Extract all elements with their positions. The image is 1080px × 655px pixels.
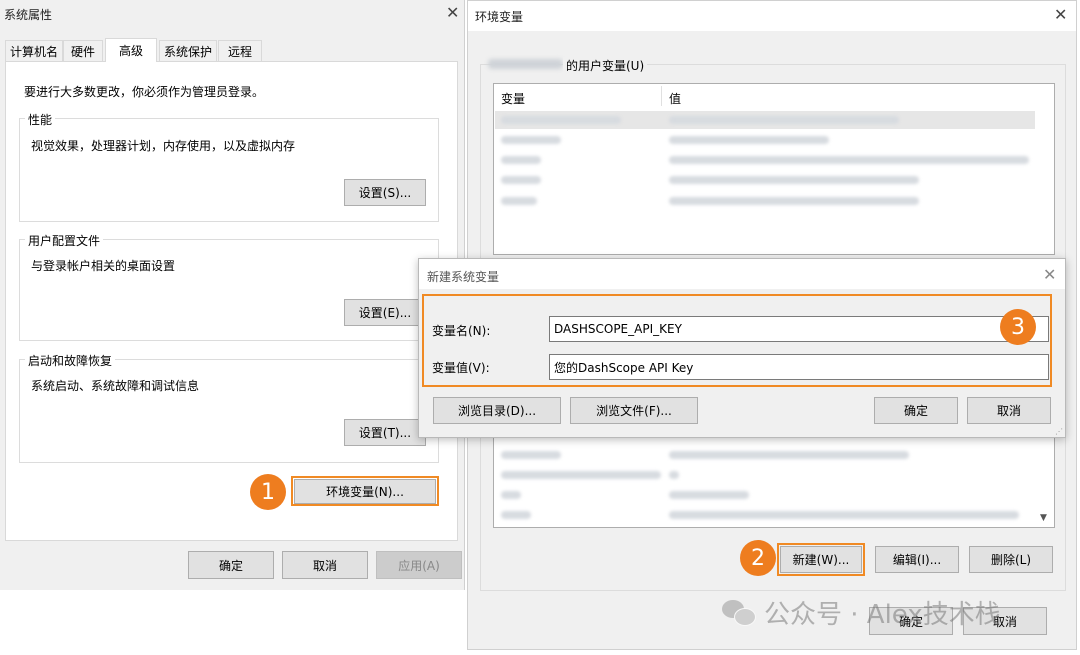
sysprops-cancel-button[interactable]: 取消 (282, 551, 368, 579)
list-item (669, 176, 919, 184)
startup-recovery-label: 启动和故障恢复 (25, 352, 116, 369)
startup-recovery-settings-button[interactable]: 设置(T)... (344, 419, 426, 446)
tab-system-protection[interactable]: 系统保护 (159, 40, 217, 62)
user-profiles-desc: 与登录帐户相关的桌面设置 (31, 259, 176, 273)
delete-variable-button[interactable]: 删除(L) (969, 546, 1053, 573)
highlight-new-button (777, 543, 865, 576)
sysprops-ok-button[interactable]: 确定 (188, 551, 274, 579)
column-value[interactable]: 值 (669, 90, 681, 107)
list-item (501, 491, 521, 499)
list-item (501, 197, 537, 205)
dialog-ok-button[interactable]: 确定 (874, 397, 958, 424)
performance-label: 性能 (25, 111, 56, 128)
performance-group (19, 118, 439, 222)
list-item (669, 451, 909, 459)
delete-variable-label: 删除(L) (990, 553, 1032, 567)
dialog-cancel-label: 取消 (996, 404, 1021, 418)
step-badge-3: 3 (1000, 309, 1036, 345)
tab-computer-name[interactable]: 计算机名 (5, 40, 63, 62)
list-item (501, 451, 561, 459)
user-profiles-settings-button[interactable]: 设置(E)... (344, 299, 426, 326)
edit-variable-button[interactable]: 编辑(I)... (875, 546, 959, 573)
column-divider (661, 86, 662, 106)
list-item (669, 136, 829, 144)
tab-advanced[interactable]: 高级 (105, 38, 157, 62)
tab-remote[interactable]: 远程 (218, 40, 262, 62)
highlight-env-button (291, 476, 439, 506)
browse-file-label: 浏览文件(F)... (596, 404, 672, 418)
highlight-variable-fields (422, 294, 1052, 387)
close-icon[interactable]: ✕ (446, 5, 459, 21)
dialog-close-icon[interactable]: ✕ (1043, 267, 1056, 283)
column-variable[interactable]: 变量 (501, 90, 525, 107)
list-item (501, 116, 621, 124)
performance-settings-label: 设置(S)... (358, 186, 412, 200)
user-profiles-label: 用户配置文件 (25, 232, 104, 249)
list-item (669, 197, 919, 205)
system-variables-list[interactable]: ▼ (493, 426, 1055, 528)
list-item (669, 491, 749, 499)
list-item (669, 156, 1029, 164)
dialog-titlebar (419, 259, 1065, 289)
list-item (501, 471, 661, 479)
sysprops-apply-button[interactable]: 应用(A) (376, 551, 462, 579)
wechat-icon (722, 599, 756, 626)
browse-directory-label: 浏览目录(D)... (457, 404, 537, 418)
dialog-cancel-button[interactable]: 取消 (967, 397, 1051, 424)
user-variables-label: 的用户变量(U) (563, 57, 648, 74)
browse-directory-button[interactable]: 浏览目录(D)... (433, 397, 561, 424)
user-variables-list[interactable]: 变量 值 (493, 83, 1055, 255)
list-item (501, 156, 541, 164)
user-profiles-settings-label: 设置(E)... (358, 306, 412, 320)
watermark-text: 公众号 · Alex技术栈 (764, 600, 1001, 630)
step-badge-2: 2 (740, 540, 776, 576)
dialog-ok-label: 确定 (903, 404, 928, 418)
list-item (669, 116, 899, 124)
startup-recovery-settings-label: 设置(T)... (358, 426, 412, 440)
window-title: 系统属性 (4, 8, 53, 22)
list-item (669, 471, 679, 479)
edit-variable-label: 编辑(I)... (892, 553, 942, 567)
list-item (501, 136, 561, 144)
dialog-title: 新建系统变量 (427, 270, 500, 284)
performance-desc: 视觉效果，处理器计划，内存使用，以及虚拟内存 (31, 139, 296, 153)
list-item (669, 511, 1019, 519)
scroll-down-icon[interactable]: ▼ (1040, 513, 1047, 523)
env-window-title: 环境变量 (475, 10, 524, 24)
sysprops-ok-label: 确定 (218, 558, 243, 573)
env-titlebar (468, 1, 1076, 31)
startup-recovery-group (19, 359, 439, 463)
tab-hardware[interactable]: 硬件 (63, 40, 103, 62)
sysprops-apply-label: 应用(A) (398, 558, 440, 573)
list-item (501, 176, 541, 184)
step-badge-1: 1 (250, 474, 286, 510)
blurred-username (488, 59, 563, 69)
new-system-variable-dialog: 新建系统变量 ✕ 变量名(N): DASHSCOPE_API_KEY 变量值(V… (418, 258, 1066, 438)
watermark: 公众号 · Alex技术栈 (722, 594, 1001, 631)
env-close-icon[interactable]: ✕ (1054, 7, 1067, 23)
startup-recovery-desc: 系统启动、系统故障和调试信息 (31, 379, 200, 393)
system-properties-window: 系统属性 ✕ 计算机名 硬件 高级 系统保护 远程 要进行大多数更改，你必须作为… (0, 0, 465, 590)
list-item (501, 511, 531, 519)
admin-note: 要进行大多数更改，你必须作为管理员登录。 (24, 85, 265, 99)
performance-settings-button[interactable]: 设置(S)... (344, 179, 426, 206)
browse-file-button[interactable]: 浏览文件(F)... (570, 397, 698, 424)
resize-grip-icon[interactable]: ⋰ (1055, 427, 1063, 436)
sysprops-cancel-label: 取消 (312, 558, 337, 573)
advanced-tab-page: 要进行大多数更改，你必须作为管理员登录。 性能 视觉效果，处理器计划，内存使用，… (5, 61, 458, 541)
